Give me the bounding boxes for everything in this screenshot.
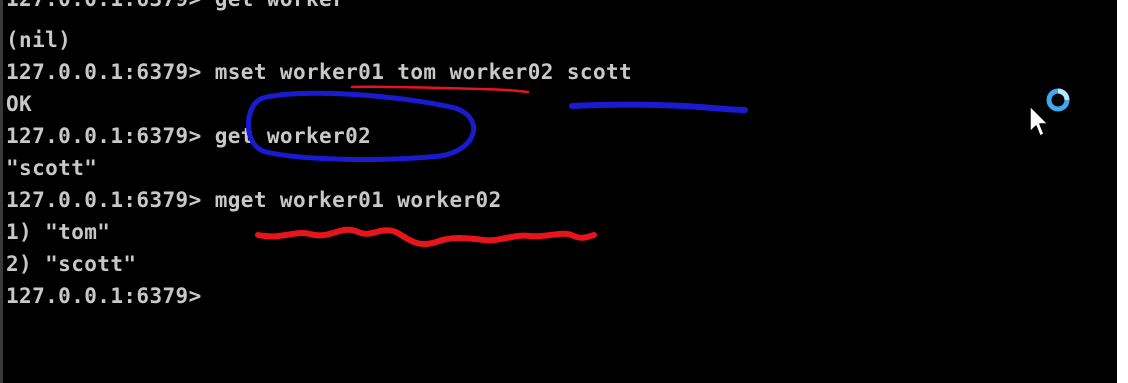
- terminal-prompt[interactable]: 127.0.0.1:6379>: [6, 283, 202, 309]
- terminal-line-result-1: 1) "tom": [6, 220, 111, 244]
- terminal-window[interactable]: 127.0.0.1:6379> get worker (nil) 127.0.0…: [0, 0, 1117, 383]
- terminal-line-output-ok: OK: [6, 92, 33, 116]
- arrow-cursor-icon: [1029, 105, 1049, 137]
- terminal-line-clipped: 127.0.0.1:6379> get worker: [6, 0, 345, 12]
- terminal-line-get-command: 127.0.0.1:6379> get worker02: [6, 124, 372, 148]
- terminal-line-output-nil: (nil): [6, 28, 72, 52]
- terminal-line-result-2: 2) "scott": [6, 252, 137, 276]
- terminal-line-output-scott: "scott": [6, 156, 98, 180]
- window-left-edge: [0, 0, 3, 383]
- terminal-line-mget-command: 127.0.0.1:6379> mget worker01 worker02: [6, 188, 502, 212]
- terminal-line-mset-command: 127.0.0.1:6379> mset worker01 tom worker…: [6, 60, 633, 84]
